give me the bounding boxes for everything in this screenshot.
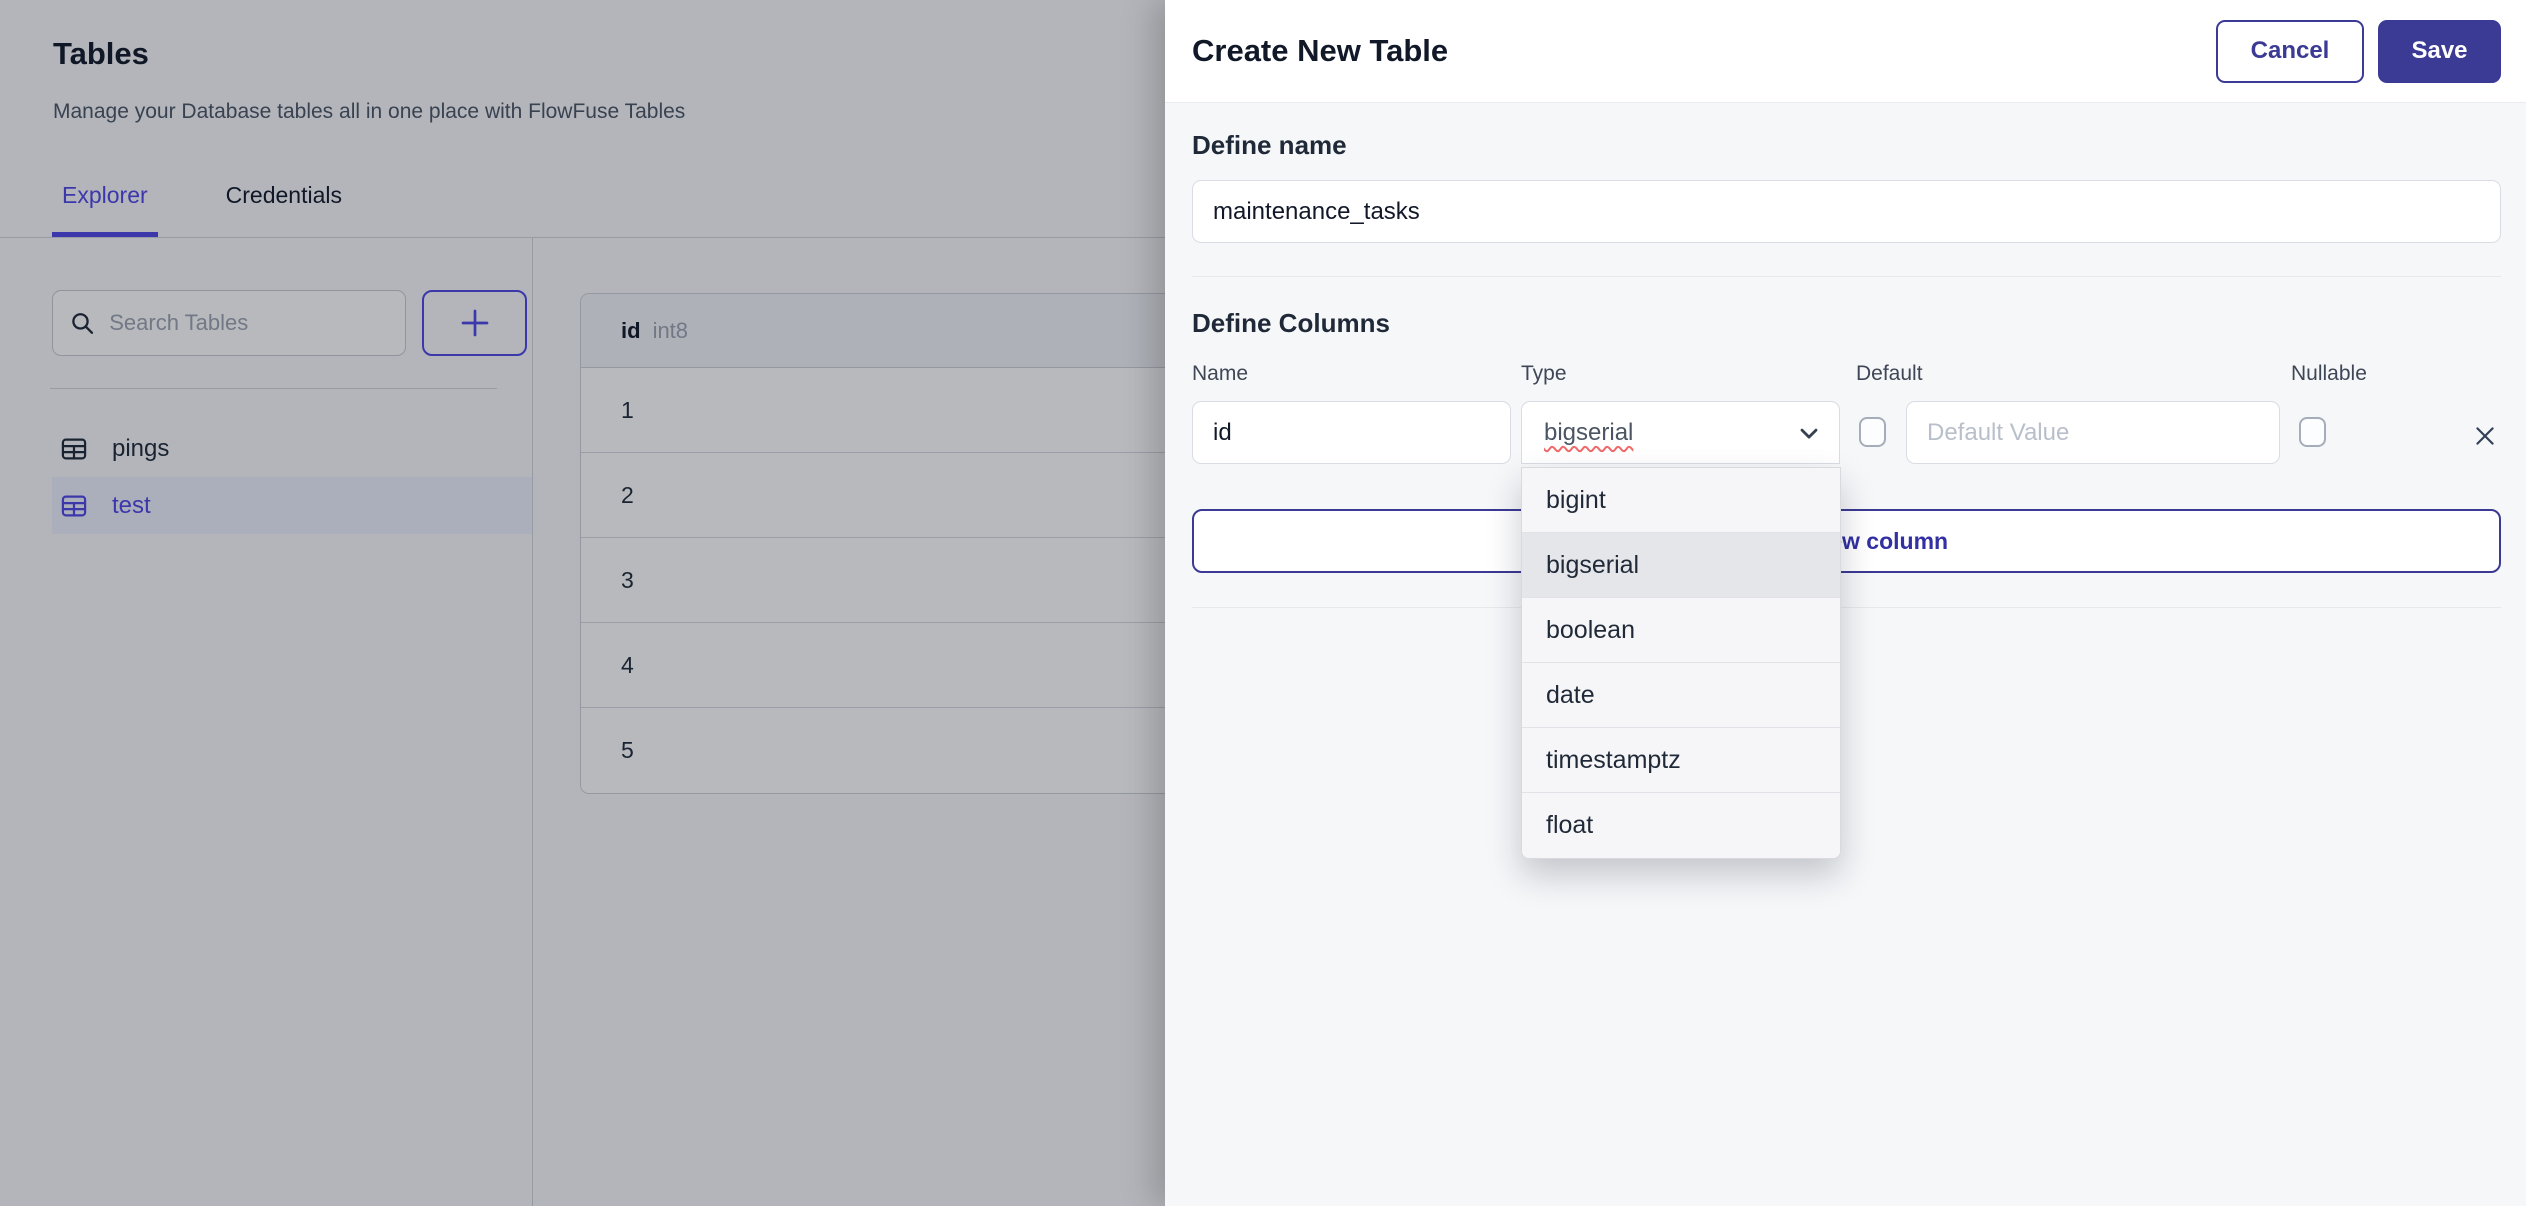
chevron-down-icon — [1800, 428, 1818, 438]
type-option-float[interactable]: float — [1522, 793, 1840, 858]
type-option-boolean[interactable]: boolean — [1522, 598, 1840, 663]
column-type-select[interactable]: bigserial — [1521, 401, 1840, 464]
type-option-timestamptz[interactable]: timestamptz — [1522, 728, 1840, 793]
default-value-input[interactable] — [1906, 401, 2280, 464]
type-dropdown-menu: bigint bigserial boolean date timestamptz flo… — [1521, 467, 1841, 859]
add-column-button[interactable]: Add a new column — [1192, 509, 2501, 573]
label-default: Default — [1856, 362, 1923, 385]
close-icon — [2476, 427, 2494, 445]
section-divider — [1192, 276, 2501, 277]
label-nullable: Nullable — [2291, 362, 2367, 385]
create-table-drawer: Create New Table Cancel Save Define name… — [1165, 0, 2526, 1206]
selected-type-value: bigserial — [1544, 418, 1634, 446]
type-option-date[interactable]: date — [1522, 663, 1840, 728]
remove-column-button[interactable] — [2470, 421, 2500, 451]
type-option-bigint[interactable]: bigint — [1522, 468, 1840, 533]
table-name-input[interactable] — [1192, 180, 2501, 243]
drawer-title: Create New Table — [1192, 33, 1449, 68]
drawer-header: Create New Table Cancel Save — [1165, 0, 2526, 103]
define-columns-heading: Define Columns — [1192, 308, 1390, 338]
drawer-actions: Cancel Save — [2216, 19, 2501, 83]
save-button[interactable]: Save — [2378, 19, 2501, 83]
column-name-input[interactable] — [1192, 401, 1511, 464]
label-name: Name — [1192, 362, 1249, 385]
default-checkbox[interactable] — [1859, 417, 1886, 447]
section-divider-2 — [1192, 607, 2501, 608]
cancel-button[interactable]: Cancel — [2216, 19, 2364, 83]
nullable-checkbox[interactable] — [2299, 417, 2326, 447]
define-name-heading: Define name — [1192, 130, 1347, 160]
type-option-bigserial[interactable]: bigserial — [1522, 533, 1840, 598]
label-type: Type — [1521, 362, 1567, 385]
modal-overlay[interactable] — [0, 0, 1165, 1206]
